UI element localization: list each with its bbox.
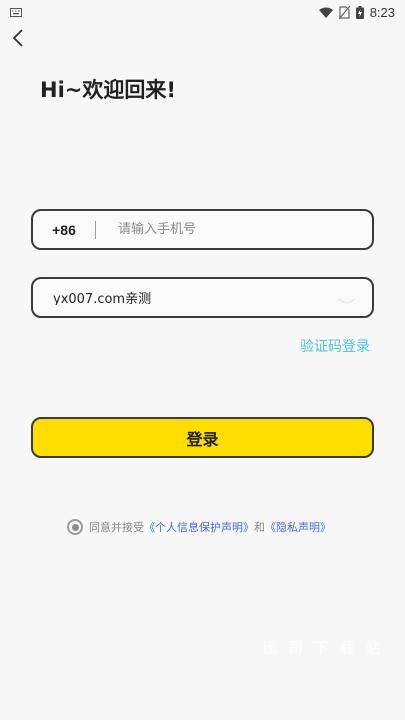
- eye-closed-icon[interactable]: [338, 292, 356, 304]
- phone-input[interactable]: [118, 222, 338, 237]
- page-title: Hi~欢迎回来!: [40, 78, 176, 102]
- login-button[interactable]: 登录: [31, 417, 374, 458]
- no-sim-icon: [338, 5, 350, 19]
- back-button[interactable]: [6, 28, 30, 52]
- agreement-prefix: 同意并接受: [89, 521, 144, 534]
- user-policy-link[interactable]: 《个人信息保护声明》: [144, 519, 254, 535]
- password-input[interactable]: [53, 290, 323, 305]
- agreement-conjunction: 和: [254, 521, 265, 534]
- keyboard-icon: [10, 5, 22, 20]
- radio-dot: [71, 523, 79, 531]
- phone-field[interactable]: +86: [31, 209, 374, 250]
- country-code-selector[interactable]: +86: [33, 222, 95, 238]
- password-field[interactable]: [31, 277, 374, 318]
- field-divider: [95, 220, 96, 239]
- status-bar: 8:23: [0, 0, 405, 24]
- chevron-left-icon: [12, 29, 24, 51]
- code-login-link[interactable]: 验证码登录: [300, 336, 370, 356]
- agreement-row: 同意并接受 《个人信息保护声明》 和 《隐私声明》: [67, 519, 331, 535]
- watermark-text: 比 司 下 载 站: [262, 639, 384, 657]
- agree-radio[interactable]: [67, 519, 83, 535]
- battery-charging-icon: [355, 5, 364, 19]
- status-icons: 8:23: [318, 4, 395, 20]
- status-time: 8:23: [369, 4, 395, 20]
- wifi-icon: [318, 7, 333, 18]
- privacy-policy-link[interactable]: 《隐私声明》: [265, 519, 331, 535]
